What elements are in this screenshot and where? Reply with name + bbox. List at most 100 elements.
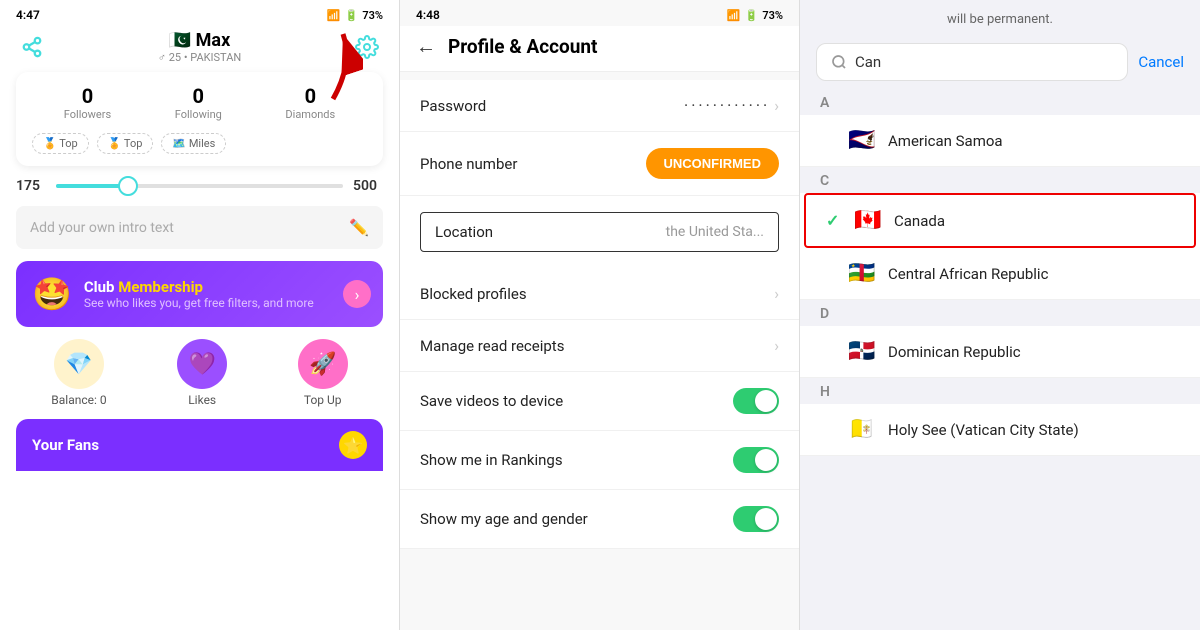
country-panel: will be permanent. Can Cancel A 🇦🇸 Ameri… bbox=[800, 0, 1200, 630]
save-videos-label: Save videos to device bbox=[420, 392, 563, 410]
badge-top-1[interactable]: 🏅 Top bbox=[32, 133, 89, 154]
country-list-h: 🇻🇦 Holy See (Vatican City State) bbox=[800, 404, 1200, 456]
time-1: 4:47 bbox=[16, 8, 40, 22]
topup-label: Top Up bbox=[298, 393, 348, 407]
likes-label: Likes bbox=[177, 393, 227, 407]
settings-panel: 4:48 📶 🔋 73% ← Profile & Account Passwor… bbox=[400, 0, 800, 630]
show-rankings-toggle[interactable] bbox=[733, 447, 779, 473]
location-item[interactable]: Location the United Sta... bbox=[400, 196, 799, 268]
slider-thumb[interactable] bbox=[118, 176, 138, 196]
permanent-notice: will be permanent. bbox=[800, 0, 1200, 35]
club-text: Club Membership See who likes you, get f… bbox=[84, 278, 314, 310]
section-d: D bbox=[800, 300, 1200, 326]
country-american-samoa[interactable]: 🇦🇸 American Samoa bbox=[800, 115, 1200, 167]
balance-action[interactable]: 💎 Balance: 0 bbox=[51, 339, 106, 407]
search-box[interactable]: Can bbox=[816, 43, 1128, 81]
slider-section: 175 500 bbox=[16, 178, 383, 194]
fans-icon: ⭐ bbox=[339, 431, 367, 459]
location-value: the United Sta... bbox=[666, 224, 764, 240]
topup-action[interactable]: 🚀 Top Up bbox=[298, 339, 348, 407]
phone-label: Phone number bbox=[420, 155, 517, 173]
blocked-profiles-label: Blocked profiles bbox=[420, 285, 527, 303]
show-age-gender-item: Show my age and gender bbox=[400, 490, 799, 549]
flag-dr: 🇩🇴 bbox=[848, 339, 876, 364]
topup-icon: 🚀 bbox=[298, 339, 348, 389]
battery-icon-2: 🔋 bbox=[745, 9, 759, 22]
save-videos-item: Save videos to device bbox=[400, 372, 799, 431]
profile-header: 🇵🇰 Max ♂ 25 • PAKISTAN bbox=[0, 26, 399, 72]
profile-name-section: 🇵🇰 Max ♂ 25 • PAKISTAN bbox=[48, 30, 351, 64]
fans-label: Your Fans bbox=[32, 436, 99, 454]
read-receipts-item[interactable]: Manage read receipts › bbox=[400, 320, 799, 372]
country-central-african-republic[interactable]: 🇨🇫 Central African Republic bbox=[800, 248, 1200, 300]
edit-icon[interactable]: ✏️ bbox=[349, 218, 369, 237]
cancel-button[interactable]: Cancel bbox=[1138, 53, 1184, 71]
flag-holy-see: 🇻🇦 bbox=[848, 417, 876, 442]
battery-icon: 🔋 bbox=[345, 9, 359, 22]
password-chevron: › bbox=[774, 96, 779, 115]
check-canada: ✓ bbox=[826, 211, 842, 230]
country-dominican-republic[interactable]: 🇩🇴 Dominican Republic bbox=[800, 326, 1200, 378]
flag-american-samoa: 🇦🇸 bbox=[848, 128, 876, 153]
club-emoji: 🤩 bbox=[32, 275, 72, 313]
following-stat[interactable]: 0 Following bbox=[175, 84, 222, 121]
club-title: Club Membership bbox=[84, 278, 314, 296]
show-age-gender-toggle[interactable] bbox=[733, 506, 779, 532]
slider-track[interactable] bbox=[56, 184, 343, 188]
country-canada[interactable]: ✓ 🇨🇦 Canada bbox=[804, 193, 1196, 248]
settings-header: ← Profile & Account bbox=[400, 26, 799, 72]
badge-top-2[interactable]: 🏅 Top bbox=[97, 133, 154, 154]
slider-min-val: 175 bbox=[16, 178, 46, 194]
save-videos-toggle[interactable] bbox=[733, 388, 779, 414]
settings-list: Password ············ › Phone number UNC… bbox=[400, 80, 799, 549]
intro-text: Add your own intro text bbox=[30, 220, 174, 236]
share-button[interactable] bbox=[16, 31, 48, 63]
profile-details: ♂ 25 • PAKISTAN bbox=[48, 51, 351, 64]
country-sections: A 🇦🇸 American Samoa C ✓ 🇨🇦 Canada 🇨🇫 Cen… bbox=[800, 89, 1200, 456]
stats-row: 0 Followers 0 Following 0 Diamonds bbox=[32, 84, 367, 121]
unconfirmed-button[interactable]: UNCONFIRMED bbox=[646, 148, 780, 179]
badge-miles[interactable]: 🗺️ Miles bbox=[161, 133, 226, 154]
quick-actions: 💎 Balance: 0 💜 Likes 🚀 Top Up bbox=[16, 339, 383, 407]
diamonds-stat[interactable]: 0 Diamonds bbox=[285, 84, 335, 121]
slider-max-val: 500 bbox=[353, 178, 383, 194]
profile-panel: 4:47 📶 🔋 73% 🇵🇰 Max ♂ 25 • PAKISTAN bbox=[0, 0, 400, 630]
location-box[interactable]: Location the United Sta... bbox=[420, 212, 779, 252]
club-banner[interactable]: 🤩 Club Membership See who likes you, get… bbox=[16, 261, 383, 327]
balance-icon: 💎 bbox=[54, 339, 104, 389]
password-value: ············ › bbox=[684, 96, 779, 115]
your-fans-section[interactable]: Your Fans ⭐ bbox=[16, 419, 383, 471]
location-label: Location bbox=[435, 223, 493, 241]
battery-percent-1: 73% bbox=[362, 9, 383, 22]
name-holy-see: Holy See (Vatican City State) bbox=[888, 421, 1079, 439]
flag-canada: 🇨🇦 bbox=[854, 208, 882, 233]
show-rankings-label: Show me in Rankings bbox=[420, 451, 563, 469]
status-icons-1: 📶 🔋 73% bbox=[327, 9, 383, 22]
intro-box[interactable]: Add your own intro text ✏️ bbox=[16, 206, 383, 249]
password-dots: ············ bbox=[684, 96, 770, 115]
country-holy-see[interactable]: 🇻🇦 Holy See (Vatican City State) bbox=[800, 404, 1200, 456]
name-car: Central African Republic bbox=[888, 265, 1048, 283]
name-dr: Dominican Republic bbox=[888, 343, 1021, 361]
club-description: See who likes you, get free filters, and… bbox=[84, 296, 314, 310]
show-age-gender-label: Show my age and gender bbox=[420, 510, 588, 528]
back-button[interactable]: ← bbox=[416, 34, 436, 59]
blocked-profiles-item[interactable]: Blocked profiles › bbox=[400, 268, 799, 320]
flag: 🇵🇰 bbox=[169, 30, 191, 51]
read-receipts-chevron: › bbox=[774, 336, 779, 355]
section-a: A bbox=[800, 89, 1200, 115]
likes-action[interactable]: 💜 Likes bbox=[177, 339, 227, 407]
password-item[interactable]: Password ············ › bbox=[400, 80, 799, 132]
battery-percent-2: 73% bbox=[762, 9, 783, 22]
signal-icon-2: 📶 bbox=[727, 9, 741, 22]
signal-icon: 📶 bbox=[327, 9, 341, 22]
section-h: H bbox=[800, 378, 1200, 404]
name-american-samoa: American Samoa bbox=[888, 132, 1003, 150]
read-receipts-label: Manage read receipts bbox=[420, 337, 564, 355]
settings-button[interactable] bbox=[351, 31, 383, 63]
followers-stat[interactable]: 0 Followers bbox=[64, 84, 111, 121]
club-arrow-btn[interactable]: › bbox=[343, 280, 371, 308]
status-icons-2: 📶 🔋 73% bbox=[727, 9, 783, 22]
name-canada: Canada bbox=[894, 212, 945, 230]
country-list-d: 🇩🇴 Dominican Republic bbox=[800, 326, 1200, 378]
